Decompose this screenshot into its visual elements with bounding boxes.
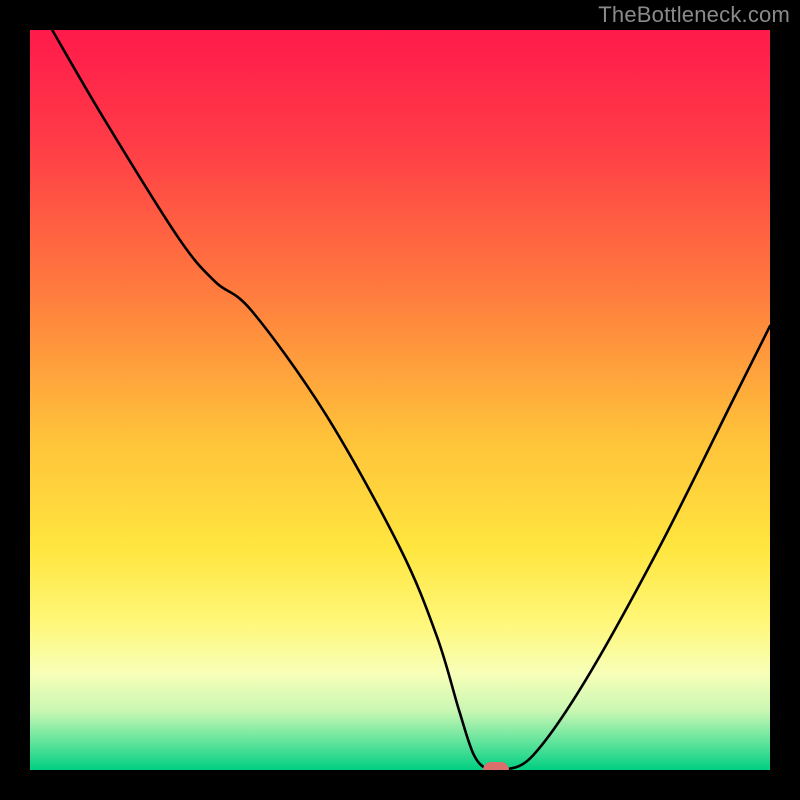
optimum-marker	[483, 762, 509, 770]
chart-frame: TheBottleneck.com	[0, 0, 800, 800]
bottleneck-curve	[30, 30, 770, 770]
attribution-text: TheBottleneck.com	[598, 2, 790, 28]
curve-path	[52, 30, 770, 770]
plot-area	[30, 30, 770, 770]
